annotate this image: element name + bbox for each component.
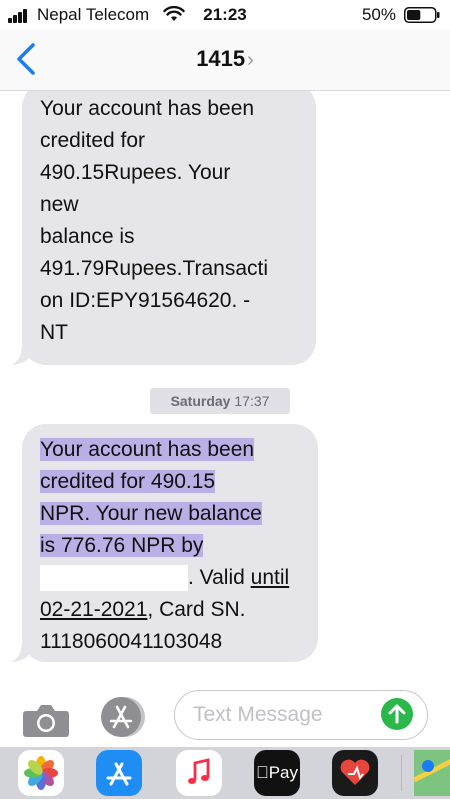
message-line: new: [40, 193, 79, 216]
send-button[interactable]: [381, 698, 413, 730]
app-store-apps-icon[interactable]: [98, 695, 148, 739]
message-line: NT: [40, 321, 68, 344]
highlighted-text: NPR. Your new balance: [40, 502, 262, 525]
maps-icon[interactable]: [412, 750, 450, 796]
highlighted-text: Your account has been: [40, 438, 255, 461]
timestamp-day: Saturday: [170, 393, 231, 409]
arrow-up-icon: [388, 704, 406, 724]
photos-icon[interactable]: [18, 750, 64, 796]
message-line: on ID:EPY91564620. -: [40, 289, 251, 312]
contact-name-button[interactable]: 1415 ›: [0, 46, 450, 72]
conversation-header: 1415 ›: [0, 30, 450, 91]
message-text: . Valid: [188, 566, 251, 589]
message-list[interactable]: Your account has been credited for 490.1…: [0, 91, 450, 685]
redacted-text: [40, 565, 188, 592]
highlighted-text: is 776.76 NPR by: [40, 534, 204, 557]
apple-pay-icon[interactable]: Pay: [254, 750, 300, 796]
message-bubble-incoming[interactable]: Your account has been credited for 490.1…: [22, 91, 316, 365]
compose-bar: Text Message: [0, 685, 450, 747]
message-text: , Card SN.: [147, 598, 246, 621]
drawer-divider: [401, 755, 402, 791]
message-line: balance is: [40, 225, 135, 248]
status-bar: Nepal Telecom 21:23 50%: [0, 0, 450, 30]
message-line: 1118060041103048: [40, 630, 223, 653]
chevron-right-icon: ›: [247, 49, 254, 71]
message-line: 491.79Rupees.Transacti: [40, 257, 269, 280]
apple-logo-icon: : [256, 763, 269, 782]
app-store-icon[interactable]: [96, 750, 142, 796]
message-bubble-incoming[interactable]: Your account has been credited for 490.1…: [22, 424, 318, 662]
message-line: 490.15Rupees. Your: [40, 161, 231, 184]
heart-app-icon[interactable]: [332, 750, 378, 796]
date-link[interactable]: until: [251, 566, 290, 589]
battery-percent: 50%: [361, 5, 396, 24]
timestamp-time: 17:37: [234, 393, 270, 409]
imessage-app-drawer: Pay: [0, 747, 450, 799]
music-icon[interactable]: [176, 750, 222, 796]
message-line: Your account has been: [40, 97, 255, 120]
date-link[interactable]: 02-21-2021: [40, 598, 147, 621]
battery-icon: [404, 7, 440, 23]
message-timestamp: Saturday 17:37: [150, 388, 290, 414]
message-input[interactable]: Text Message: [174, 690, 428, 740]
message-line: credited for: [40, 129, 146, 152]
bubble-tail: [12, 345, 30, 365]
message-input-placeholder: Text Message: [193, 703, 323, 726]
camera-icon[interactable]: [22, 703, 70, 737]
contact-name: 1415: [196, 46, 246, 71]
apple-pay-label: Pay: [262, 763, 298, 782]
bubble-tail: [12, 642, 30, 662]
highlighted-text: credited for 490.15: [40, 470, 216, 493]
